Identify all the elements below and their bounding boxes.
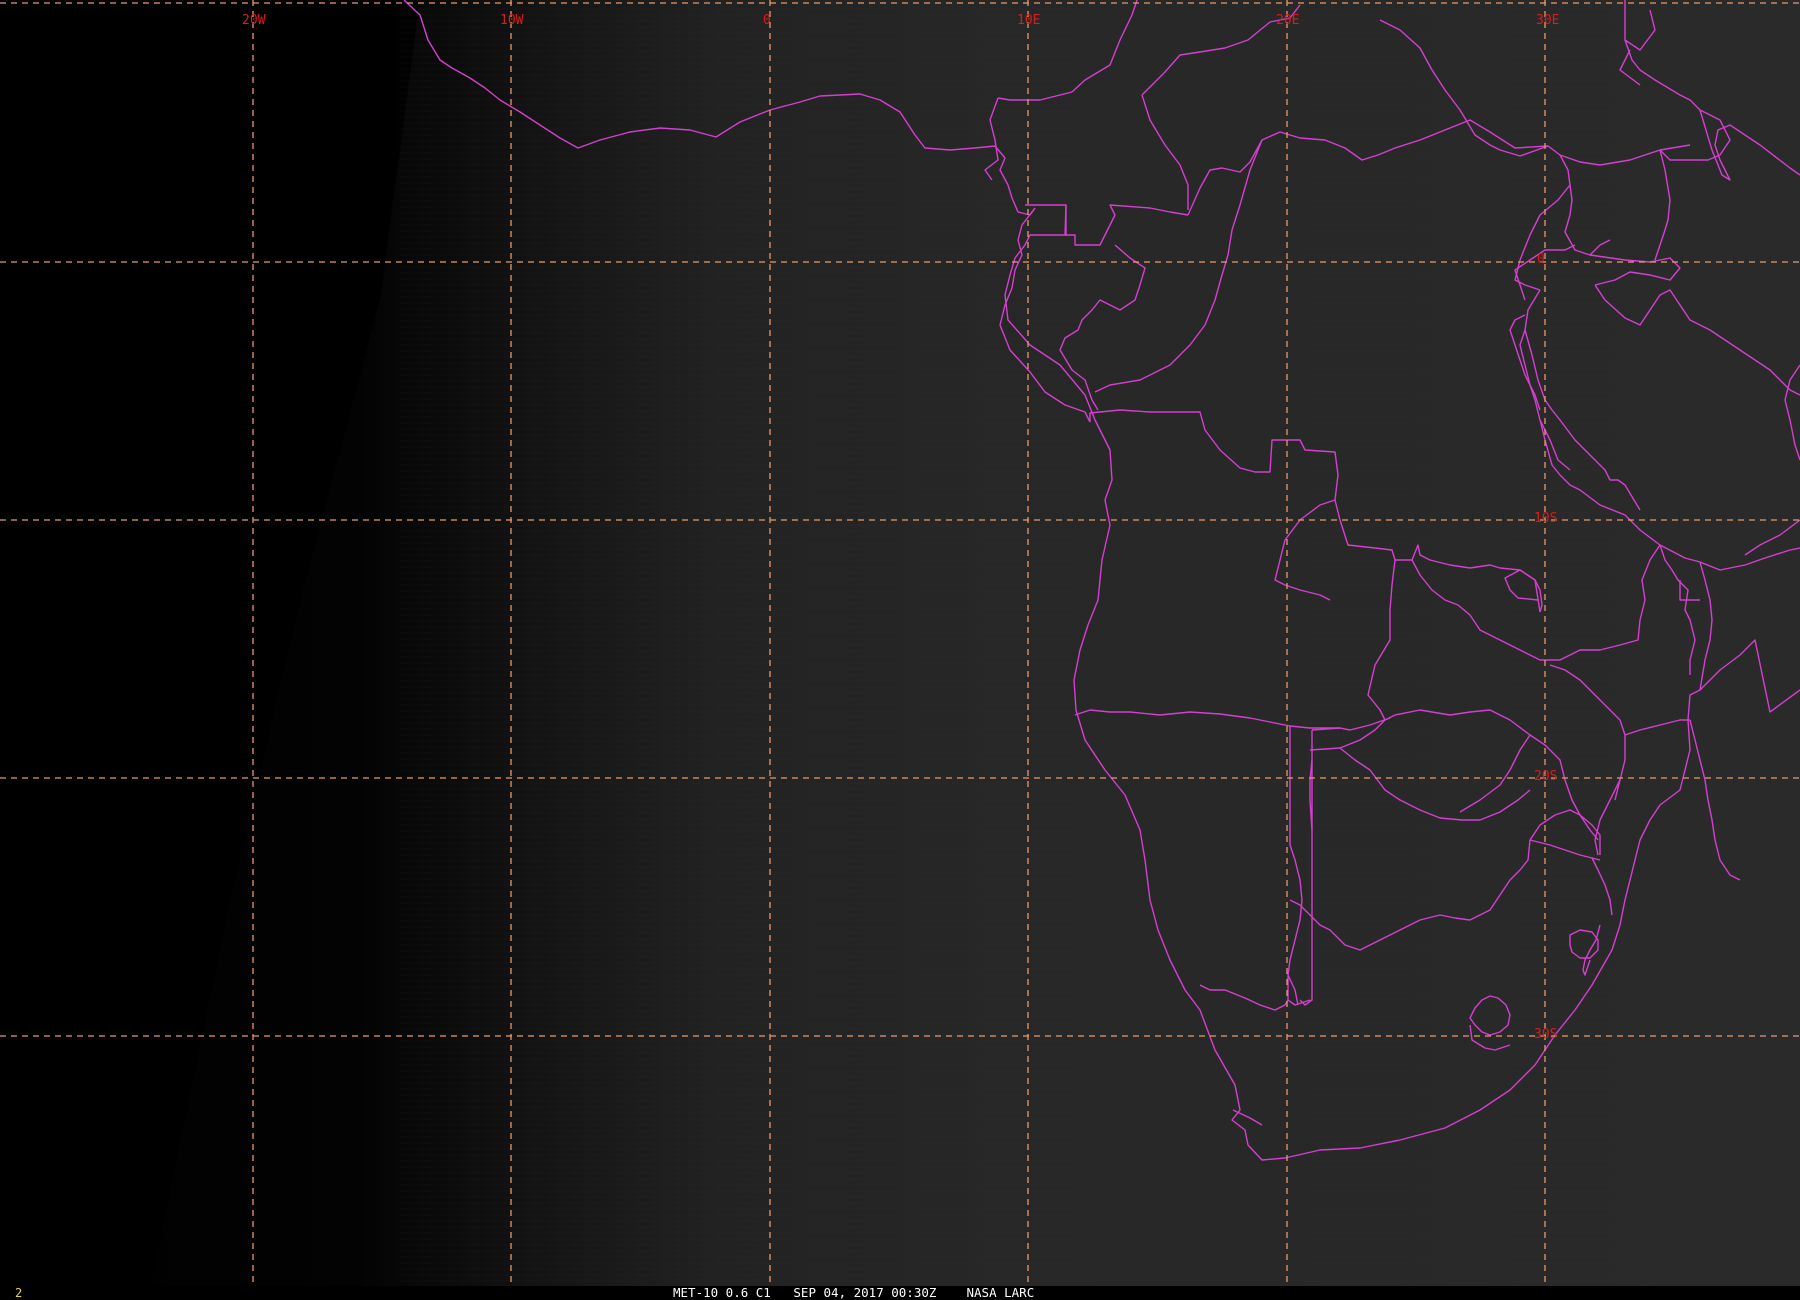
lon-label-10e: 10E (1017, 13, 1040, 28)
frame-number: 2 (15, 1286, 22, 1300)
lat-label-10s: 10S (1534, 511, 1557, 526)
lon-label-0: 0 (763, 13, 771, 28)
lat-label-0: 0 (1537, 252, 1545, 267)
lat-label-20s: 20S (1534, 769, 1557, 784)
satellite-map: 20W 10W 0 10E 20E 30E 0 10S 20S 30S 2 ME… (0, 0, 1800, 1300)
lon-label-20e: 20E (1276, 13, 1299, 28)
lat-label-30s: 30S (1534, 1027, 1557, 1042)
lon-label-10w: 10W (500, 13, 524, 28)
lon-label-30e: 30E (1536, 13, 1559, 28)
scan-texture (400, 0, 1800, 1286)
image-caption: MET-10 0.6 C1 SEP 04, 2017 00:30Z NASA L… (673, 1285, 1034, 1300)
lon-label-20w: 20W (242, 13, 266, 28)
